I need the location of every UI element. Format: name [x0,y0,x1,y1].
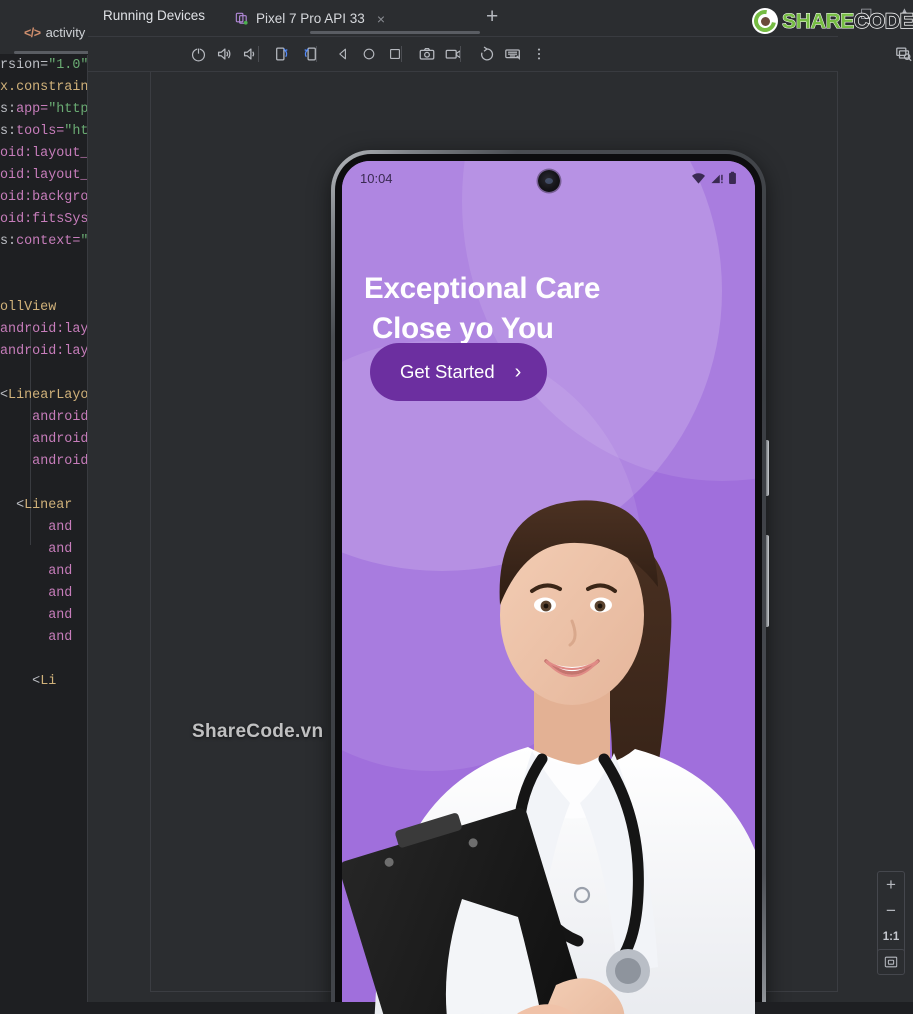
code-line: and [48,630,73,645]
home-button[interactable] [357,42,381,66]
tool-window-header: Running Devices Pixel 7 Pro API 33 × + [88,0,838,36]
sharecode-logo: SHARECODE.vn [749,5,913,37]
code-line: <LinearLayo [0,388,88,403]
code-line: and [48,520,73,535]
front-camera-punch-hole [537,170,560,192]
code-line: and [48,586,73,601]
code-line: android:lay [0,344,88,359]
get-started-label: Get Started [400,361,495,382]
code-line: rsion="1.0" [0,58,88,73]
rotate-left-button[interactable] [271,42,295,66]
code-editor-panel: </> activity rsion="1.0" x.constrain s:app… [0,0,104,1014]
device-tab-label: Pixel 7 Pro API 33 [256,11,365,26]
code-text-area[interactable]: rsion="1.0" x.constrain s:app="http s:tools… [0,55,88,1014]
logo-dot-icon [760,16,770,26]
back-button[interactable] [331,42,355,66]
chevron-right-icon: › [514,361,522,383]
ide-right-strip [838,0,913,1014]
battery-icon [729,171,736,185]
code-line: s:tools="ht [0,124,88,139]
code-line: ollView [0,300,57,315]
overview-button[interactable] [383,42,407,66]
code-line: x.constrain [0,80,88,95]
toolbar-separator [460,46,461,62]
editor-tab-activity[interactable]: </> activity [24,25,85,40]
code-line: oid:layout_ [0,146,88,161]
sharecode-logo-mark-icon [749,5,781,37]
code-line: s:context=" [0,234,88,249]
code-line: android:lay [0,322,88,337]
status-bar-clock: 10:04 [360,170,393,186]
hero-heading-line-1: Exceptional Care [364,272,601,305]
rotate-right-button[interactable] [297,42,321,66]
phone-power-key[interactable] [765,440,769,496]
cellular-signal-icon [711,174,723,183]
code-line: and [48,564,73,579]
fit-to-screen-button[interactable] [877,949,905,975]
zoom-in-button[interactable]: + [877,872,905,898]
toolbar-separator [258,46,259,62]
phone-volume-key[interactable] [765,535,769,627]
zoom-out-button[interactable]: − [877,898,905,924]
display-mode-button[interactable] [892,42,913,66]
more-options-button[interactable] [527,42,551,66]
code-line: and [48,542,73,557]
code-line: oid:backgro [0,190,88,205]
device-tab-underline [310,31,480,34]
add-device-tab-button[interactable]: + [486,6,498,28]
device-display-canvas[interactable]: 10:04 Exceptional Care Close yo You Get … [88,72,838,1014]
emulator-device-pixel-7-pro[interactable]: 10:04 Exceptional Care Close yo You Get … [331,150,769,1014]
toolbar-separator [316,46,317,62]
actual-size-button[interactable]: 1:1 [877,924,905,950]
running-devices-tool-window: Running Devices Pixel 7 Pro API 33 × + 1… [88,0,912,1014]
screenshot-root: </> activity rsion="1.0" x.constrain s:app… [0,0,913,1014]
screenshot-button[interactable] [415,42,439,66]
keyboard-button[interactable] [501,42,525,66]
editor-tab-label: activity [45,25,86,40]
device-tab-pixel-7-pro[interactable]: Pixel 7 Pro API 33 × [228,5,391,32]
code-line: android [32,410,88,425]
toolbar-separator [401,46,402,62]
doctor-illustration [342,429,755,1014]
code-line: <Linear [0,498,73,513]
status-bar-icons [691,171,737,185]
back-up-button[interactable] [475,42,499,66]
wifi-icon [692,172,705,184]
sharecode-logo-text: SHARECODE.vn [781,9,913,33]
code-line: android [32,432,88,447]
code-line: and [48,608,73,623]
xml-file-icon: </> [24,25,41,40]
fit-to-screen-icon [884,956,898,968]
device-tab-close-icon[interactable]: × [377,12,385,26]
phone-screen[interactable]: 10:04 Exceptional Care Close yo You Get … [342,161,755,1014]
get-started-button[interactable]: Get Started › [370,343,548,401]
power-button[interactable] [186,42,210,66]
code-line: oid:fitsSys [0,212,88,227]
code-line: <Li [0,674,57,689]
code-line: s:app="http [0,102,88,117]
logo-code-text: CODE [853,9,913,33]
left-watermark: ShareCode.vn [192,721,324,742]
device-emulator-icon [235,12,248,25]
record-button[interactable] [441,42,465,66]
code-line: android [32,454,88,469]
code-line: oid:layout_ [0,168,88,183]
device-toolbar [88,37,912,71]
editor-tab-bar: </> activity [0,0,104,55]
logo-share-text: SHARE [781,9,855,33]
volume-up-button[interactable] [212,42,236,66]
tool-window-title: Running Devices [103,8,206,23]
